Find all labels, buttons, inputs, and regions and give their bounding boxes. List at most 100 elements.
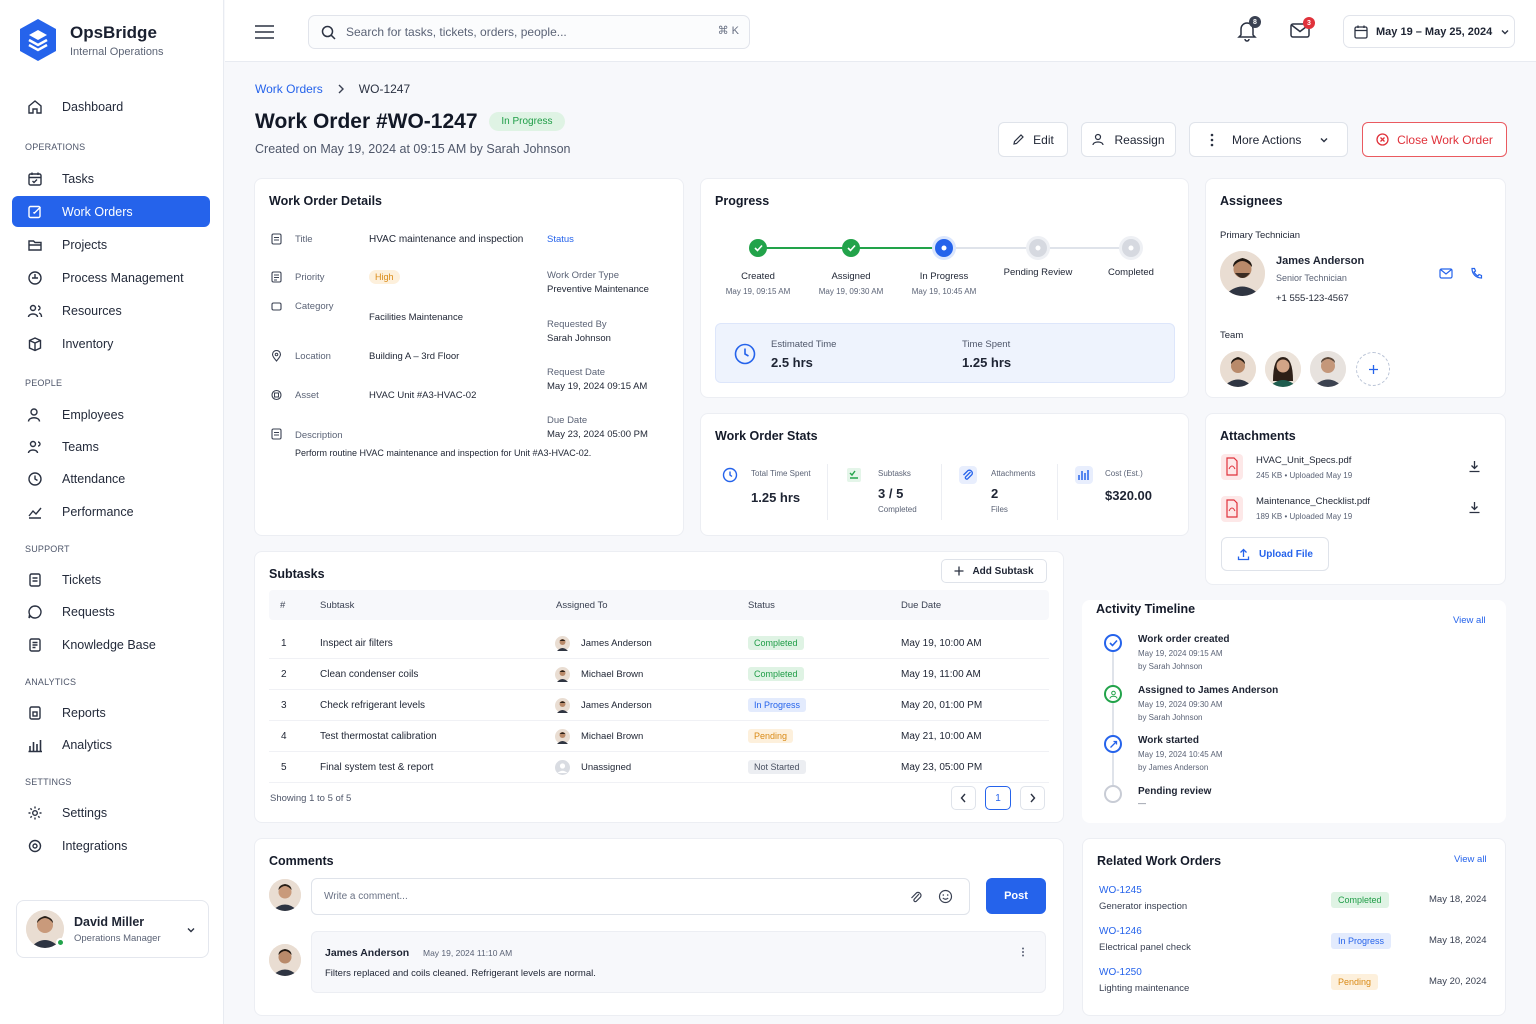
status-badge: Completed [748, 667, 804, 681]
sidebar-item-resources[interactable]: Resources [12, 295, 210, 326]
check-icon [753, 244, 763, 252]
add-subtask-button[interactable]: Add Subtask [941, 559, 1047, 583]
related-view-all-link[interactable]: View all [1454, 854, 1487, 865]
sidebar-item-process-management[interactable]: Process Management [12, 262, 210, 293]
sidebar-item-tasks[interactable]: Tasks [12, 163, 210, 194]
related-work-order-id[interactable]: WO-1245 [1099, 885, 1142, 896]
post-comment-button[interactable]: Post [986, 878, 1046, 914]
sidebar-item-employees[interactable]: Employees [12, 399, 210, 430]
request-date-label: Request Date [547, 367, 606, 378]
team-icon [26, 438, 44, 456]
comment-input[interactable]: Write a comment... [311, 878, 970, 915]
more-vertical-icon[interactable] [1021, 947, 1025, 957]
avatar [555, 667, 570, 682]
team-member-avatar[interactable] [1310, 351, 1346, 387]
phone-icon[interactable] [1470, 267, 1483, 280]
related-work-order-row[interactable]: WO-1245 Generator inspection Completed May … [1097, 885, 1493, 921]
work-order-stats-card: Work Order Stats Total Time Spent 1.25 h… [700, 413, 1189, 536]
sidebar-item-integrations[interactable]: Integrations [12, 830, 210, 861]
sidebar-item-analytics[interactable]: Analytics [12, 729, 210, 760]
hamburger-menu-icon[interactable] [255, 25, 274, 39]
email-icon[interactable] [1439, 268, 1453, 279]
status-badge: Pending [1331, 974, 1379, 990]
timeline-event-time: May 19, 2024 09:15 AM [1138, 649, 1223, 658]
topbar: Search for tasks, tickets, orders, peopl… [225, 0, 1536, 62]
messages-button[interactable]: 3 [1290, 17, 1315, 42]
comment-author: James Anderson [325, 947, 410, 959]
related-work-order-id[interactable]: WO-1246 [1099, 926, 1142, 937]
attachment-name[interactable]: HVAC_Unit_Specs.pdf [1256, 455, 1351, 466]
sidebar-item-tickets[interactable]: Tickets [12, 564, 210, 595]
table-row[interactable]: 4 Test thermostat calibration Michael Brow… [269, 721, 1049, 752]
asset-value: HVAC Unit #A3-HVAC-02 [369, 390, 477, 401]
attachments-card: Attachments HVAC_Unit_Specs.pdf 245 KB •… [1205, 413, 1506, 585]
date-range-picker[interactable]: May 19 – May 25, 2024 [1343, 15, 1515, 48]
sidebar-item-performance[interactable]: Performance [12, 496, 210, 527]
team-member-avatar[interactable] [1220, 351, 1256, 387]
edit-button[interactable]: Edit [998, 122, 1068, 157]
timeline-event-time: — [1138, 799, 1146, 808]
time-summary-box: Estimated Time 2.5 hrs Time Spent 1.25 h… [715, 323, 1175, 383]
team-member-avatar[interactable] [1265, 351, 1301, 387]
title-value: HVAC maintenance and inspection [369, 234, 524, 245]
sidebar-item-reports[interactable]: Reports [12, 697, 210, 728]
edit-square-icon [26, 203, 44, 221]
related-work-order-desc: Generator inspection [1099, 901, 1188, 912]
table-row[interactable]: 1 Inspect air filters James Anderson Comple… [269, 628, 1049, 659]
sidebar-item-knowledge-base[interactable]: Knowledge Base [12, 629, 210, 660]
subtask-name: Clean condenser coils [320, 669, 419, 680]
search-bar[interactable]: Search for tasks, tickets, orders, peopl… [308, 15, 750, 49]
sidebar-item-inventory[interactable]: Inventory [12, 328, 210, 359]
section-label: OPERATIONS [25, 142, 86, 152]
step-time: May 19, 09:30 AM [818, 287, 884, 296]
description-value: Perform routine HVAC maintenance and ins… [295, 448, 592, 458]
sidebar-item-attendance[interactable]: Attendance [12, 463, 210, 494]
pdf-file-icon [1221, 454, 1243, 480]
next-page-button[interactable] [1020, 786, 1045, 810]
reassign-button[interactable]: Reassign [1081, 122, 1176, 157]
upload-file-button[interactable]: Upload File [1221, 537, 1329, 571]
online-status-dot [56, 938, 65, 947]
chat-icon [26, 603, 44, 621]
page-number-button[interactable]: 1 [985, 786, 1011, 810]
brand[interactable]: OpsBridge Internal Operations [18, 18, 164, 62]
table-row[interactable]: 5 Final system test & report Unassigned Not… [269, 752, 1049, 783]
assignee-name: Michael Brown [581, 731, 644, 742]
progress-connector [851, 247, 944, 249]
more-actions-dropdown[interactable]: More Actions [1189, 122, 1348, 157]
paperclip-icon [959, 466, 977, 484]
sidebar-item-teams[interactable]: Teams [12, 431, 210, 462]
related-work-order-id[interactable]: WO-1250 [1099, 967, 1142, 978]
current-user-card[interactable]: David Miller Operations Manager [16, 900, 209, 958]
table-row[interactable]: 2 Clean condenser coils Michael Brown Compl… [269, 659, 1049, 690]
sidebar-item-label: Resources [62, 303, 122, 318]
sidebar-item-settings[interactable]: Settings [12, 797, 210, 828]
add-team-member-button[interactable] [1356, 352, 1390, 386]
avatar [555, 636, 570, 651]
calendar-check-icon [26, 170, 44, 188]
row-number: 4 [281, 731, 287, 742]
prev-page-button[interactable] [951, 786, 976, 810]
breadcrumb-link-work-orders[interactable]: Work Orders [255, 82, 323, 96]
related-work-order-row[interactable]: WO-1250 Lighting maintenance Pending May 20… [1097, 967, 1493, 1003]
paperclip-icon[interactable] [909, 890, 923, 905]
attachment-name[interactable]: Maintenance_Checklist.pdf [1256, 496, 1370, 507]
divider [827, 464, 828, 520]
search-input[interactable]: Search for tasks, tickets, orders, peopl… [346, 25, 567, 39]
notifications-button[interactable]: 8 [1237, 16, 1261, 42]
emoji-icon[interactable] [938, 889, 953, 904]
sidebar-item-requests[interactable]: Requests [12, 596, 210, 627]
upload-icon [1237, 548, 1250, 560]
close-work-order-button[interactable]: Close Work Order [1362, 122, 1507, 157]
related-work-order-row[interactable]: WO-1246 Electrical panel check In Progress… [1097, 926, 1493, 962]
puzzle-icon [26, 837, 44, 855]
sidebar-item-projects[interactable]: Projects [12, 229, 210, 260]
sidebar-item-work-orders[interactable]: Work Orders [12, 196, 210, 227]
table-row[interactable]: 3 Check refrigerant levels James Anderson I… [269, 690, 1049, 721]
download-icon[interactable] [1468, 501, 1481, 514]
timeline-view-all-link[interactable]: View all [1453, 615, 1486, 626]
download-icon[interactable] [1468, 460, 1481, 473]
sidebar-item-dashboard[interactable]: Dashboard [12, 91, 210, 122]
stat-label: Subtasks [878, 469, 911, 478]
stat-sub: Files [991, 505, 1008, 514]
